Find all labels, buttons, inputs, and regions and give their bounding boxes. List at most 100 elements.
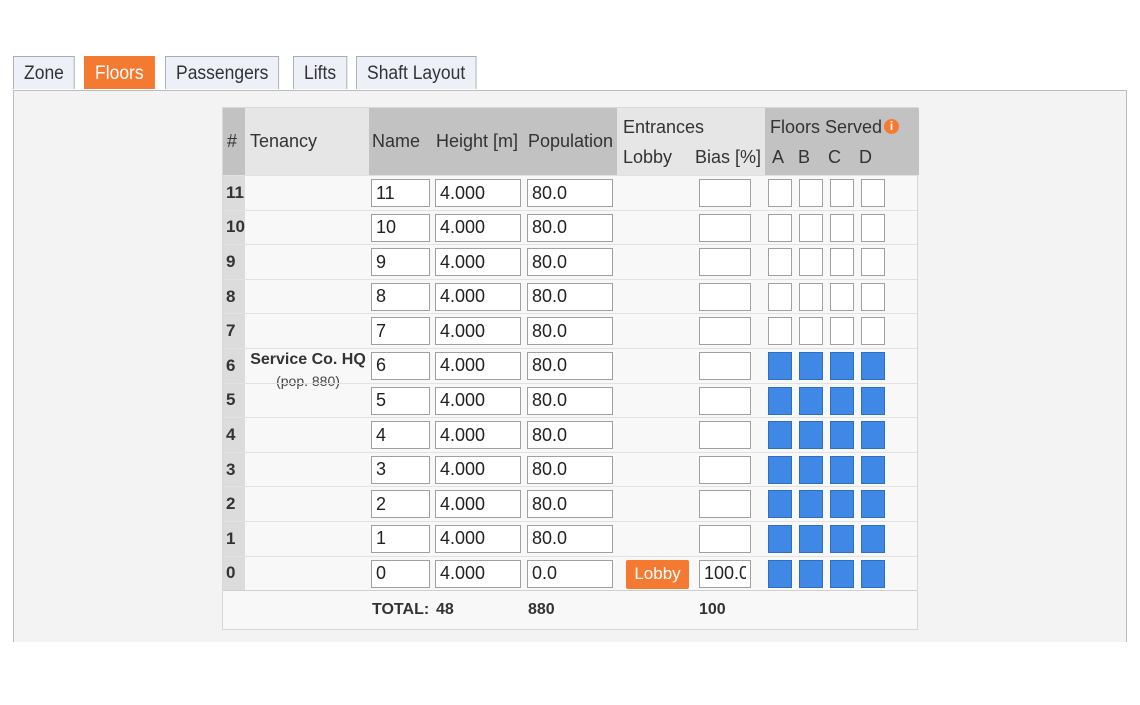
floor-population-input[interactable] (527, 317, 613, 346)
tab-lifts[interactable]: Lifts (293, 56, 348, 89)
floor-served-lift-d-checkbox[interactable] (861, 213, 885, 242)
floor-served-lift-a-checkbox[interactable] (768, 421, 792, 450)
floor-bias-input[interactable] (699, 421, 751, 450)
floor-served-lift-a-checkbox[interactable] (768, 317, 792, 346)
floor-served-lift-a-checkbox[interactable] (768, 351, 792, 380)
floor-population-input[interactable] (527, 213, 613, 242)
floor-name-input[interactable] (371, 421, 430, 450)
floor-served-lift-b-checkbox[interactable] (799, 282, 823, 311)
tab-floors[interactable]: Floors (84, 56, 155, 89)
floor-served-lift-d-checkbox[interactable] (861, 421, 885, 450)
floor-served-lift-d-checkbox[interactable] (861, 248, 885, 277)
floor-served-lift-d-checkbox[interactable] (861, 317, 885, 346)
floor-height-input[interactable] (435, 559, 521, 588)
floor-height-input[interactable] (435, 282, 521, 311)
floor-served-lift-a-checkbox[interactable] (768, 524, 792, 553)
tab-zone[interactable]: Zone (13, 56, 75, 89)
floor-served-lift-c-checkbox[interactable] (830, 524, 854, 553)
floor-bias-input[interactable] (699, 282, 751, 311)
floor-served-lift-c-checkbox[interactable] (830, 386, 854, 415)
floor-bias-input[interactable] (699, 455, 751, 484)
floor-served-lift-c-checkbox[interactable] (830, 213, 854, 242)
floor-served-lift-a-checkbox[interactable] (768, 559, 792, 588)
floor-bias-input[interactable] (699, 213, 751, 242)
floor-served-lift-a-checkbox[interactable] (768, 455, 792, 484)
floor-height-input[interactable] (435, 490, 521, 519)
floor-name-input[interactable] (371, 386, 430, 415)
floor-served-lift-b-checkbox[interactable] (799, 317, 823, 346)
floor-height-input[interactable] (435, 351, 521, 380)
floor-name-input[interactable] (371, 317, 430, 346)
floor-served-lift-c-checkbox[interactable] (830, 317, 854, 346)
floor-served-lift-d-checkbox[interactable] (861, 524, 885, 553)
floor-served-lift-d-checkbox[interactable] (861, 179, 885, 207)
floor-served-lift-b-checkbox[interactable] (799, 213, 823, 242)
floor-bias-input[interactable] (699, 179, 751, 207)
floor-population-input[interactable] (527, 282, 613, 311)
floor-served-lift-b-checkbox[interactable] (799, 421, 823, 450)
floor-served-lift-c-checkbox[interactable] (830, 351, 854, 380)
floor-name-input[interactable] (371, 455, 430, 484)
floor-served-lift-b-checkbox[interactable] (799, 179, 823, 207)
floor-height-input[interactable] (435, 421, 521, 450)
floor-population-input[interactable] (527, 351, 613, 380)
floor-height-input[interactable] (435, 317, 521, 346)
floor-name-input[interactable] (371, 282, 430, 311)
floor-population-input[interactable] (527, 490, 613, 519)
info-icon[interactable]: i (884, 119, 900, 134)
floor-name-input[interactable] (371, 213, 430, 242)
floor-name-input[interactable] (371, 559, 430, 588)
floor-bias-input[interactable] (699, 559, 751, 588)
floor-served-lift-b-checkbox[interactable] (799, 351, 823, 380)
floor-served-lift-c-checkbox[interactable] (830, 248, 854, 277)
floor-served-lift-a-checkbox[interactable] (768, 386, 792, 415)
floor-served-lift-b-checkbox[interactable] (799, 524, 823, 553)
floor-served-lift-d-checkbox[interactable] (861, 490, 885, 519)
floor-served-lift-b-checkbox[interactable] (799, 455, 823, 484)
floor-served-lift-d-checkbox[interactable] (861, 351, 885, 380)
floor-population-input[interactable] (527, 179, 613, 207)
floor-name-input[interactable] (371, 524, 430, 553)
floor-population-input[interactable] (527, 386, 613, 415)
floor-served-lift-c-checkbox[interactable] (830, 179, 854, 207)
tab-shaft-layout[interactable]: Shaft Layout (356, 56, 477, 89)
floor-height-input[interactable] (435, 524, 521, 553)
floor-name-input[interactable] (371, 490, 430, 519)
floor-population-input[interactable] (527, 455, 613, 484)
floor-served-lift-b-checkbox[interactable] (799, 386, 823, 415)
floor-served-lift-a-checkbox[interactable] (768, 282, 792, 311)
floor-served-lift-c-checkbox[interactable] (830, 282, 854, 311)
floor-height-input[interactable] (435, 179, 521, 207)
floor-name-input[interactable] (371, 248, 430, 277)
floor-name-input[interactable] (371, 179, 430, 207)
floor-bias-input[interactable] (699, 248, 751, 277)
floor-bias-input[interactable] (699, 524, 751, 553)
floor-height-input[interactable] (435, 248, 521, 277)
floor-served-lift-a-checkbox[interactable] (768, 179, 792, 207)
floor-served-lift-c-checkbox[interactable] (830, 490, 854, 519)
floor-served-lift-b-checkbox[interactable] (799, 559, 823, 588)
floor-population-input[interactable] (527, 248, 613, 277)
floor-height-input[interactable] (435, 455, 521, 484)
floor-population-input[interactable] (527, 559, 613, 588)
floor-bias-input[interactable] (699, 351, 751, 380)
floor-served-lift-c-checkbox[interactable] (830, 421, 854, 450)
floor-population-input[interactable] (527, 524, 613, 553)
tab-passengers[interactable]: Passengers (165, 56, 280, 89)
floor-served-lift-b-checkbox[interactable] (799, 248, 823, 277)
floor-served-lift-d-checkbox[interactable] (861, 455, 885, 484)
floor-population-input[interactable] (527, 421, 613, 450)
floor-bias-input[interactable] (699, 317, 751, 346)
floor-served-lift-a-checkbox[interactable] (768, 248, 792, 277)
floor-bias-input[interactable] (699, 386, 751, 415)
floor-served-lift-d-checkbox[interactable] (861, 559, 885, 588)
floor-served-lift-c-checkbox[interactable] (830, 559, 854, 588)
floor-bias-input[interactable] (699, 490, 751, 519)
floor-height-input[interactable] (435, 386, 521, 415)
floor-name-input[interactable] (371, 351, 430, 380)
floor-served-lift-c-checkbox[interactable] (830, 455, 854, 484)
floor-served-lift-d-checkbox[interactable] (861, 282, 885, 311)
floor-height-input[interactable] (435, 213, 521, 242)
floor-served-lift-a-checkbox[interactable] (768, 490, 792, 519)
floor-served-lift-d-checkbox[interactable] (861, 386, 885, 415)
